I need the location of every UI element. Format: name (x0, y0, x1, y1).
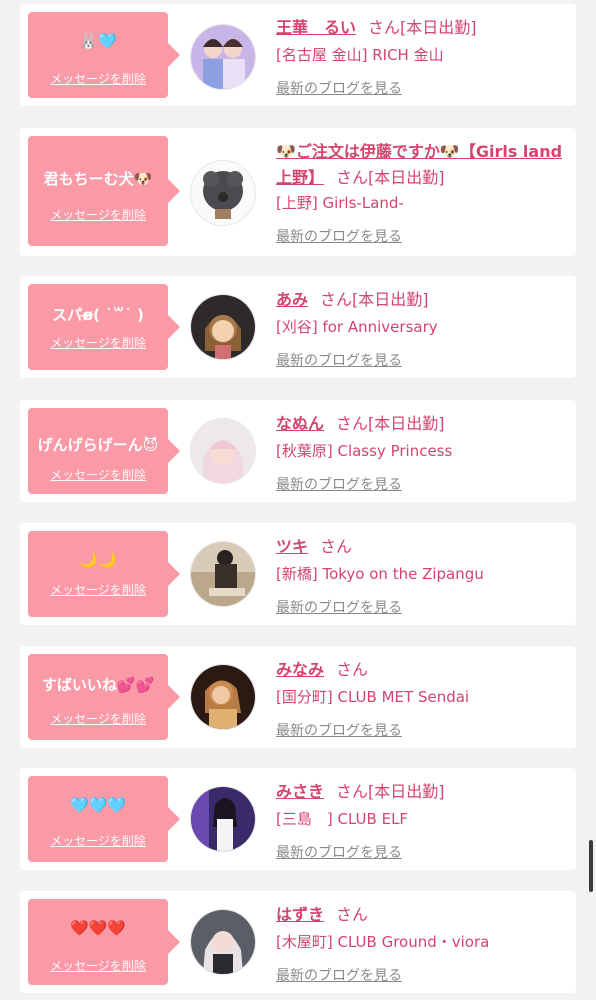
honorific: さん (336, 905, 369, 924)
message-card: 🩵🩵🩵 メッセージを削除 みさき さん[本日出勤] [三島 ] CLUB ELF … (20, 768, 576, 870)
sender-info: ツキ さん [新橋] Tokyo on the Zipangu 最新のブログを見る (276, 523, 570, 625)
message-card: 🌙🌙 メッセージを削除 ツキ さん [新橋] Tokyo on the Zipan… (20, 523, 576, 625)
attendance-status: [本日出勤] (352, 290, 429, 309)
attendance-status: [本日出勤] (368, 782, 445, 801)
sender-info: みなみ さん [国分町] CLUB MET Sendai 最新のブログを見る (276, 646, 570, 748)
sender-name-link[interactable]: 🐶ご注文は伊藤ですか🐶【Girls land (276, 142, 562, 161)
sender-info: なぬん さん[本日出勤] [秋葉原] Classy Princess 最新のブログ… (276, 400, 570, 502)
delete-message-link[interactable]: メッセージを削除 (28, 710, 168, 727)
nickname: 君もちーむ犬🐶 (43, 170, 153, 188)
honorific: さん (320, 537, 353, 556)
nickname: 🌙🌙 (79, 551, 117, 569)
delete-message-link[interactable]: メッセージを削除 (28, 70, 168, 87)
attendance-status: [本日出勤] (400, 18, 477, 37)
latest-blog-link[interactable]: 最新のブログを見る (276, 720, 402, 740)
avatar[interactable] (190, 24, 256, 90)
nickname: すばいいね💕💕 (41, 676, 155, 694)
avatar[interactable] (190, 664, 256, 730)
nickname: ❤️❤️❤️ (69, 919, 127, 937)
message-card: 🐰🩵 メッセージを削除 王華 るい さん[本日出勤] [名古屋 金山] RICH … (20, 4, 576, 106)
shop-name: [上野] Girls-Land- (276, 194, 404, 212)
message-list: 🐰🩵 メッセージを削除 王華 るい さん[本日出勤] [名古屋 金山] RICH … (0, 0, 596, 1000)
sender-name-link[interactable]: はずき (276, 905, 324, 924)
sender-name-link[interactable]: みさき (276, 782, 324, 801)
shop-name: [秋葉原] Classy Princess (276, 442, 453, 460)
sender-name-link[interactable]: ツキ (276, 537, 308, 556)
nickname: げんげらげーん😈 (37, 436, 159, 454)
delete-message-link[interactable]: メッセージを削除 (28, 581, 168, 598)
avatar[interactable] (190, 160, 256, 226)
delete-message-link[interactable]: メッセージを削除 (28, 957, 168, 974)
avatar[interactable] (190, 786, 256, 852)
shop-name: [名古屋 金山] RICH 金山 (276, 46, 444, 64)
shop-name: [刈谷] for Anniversary (276, 318, 438, 336)
nickname-bubble: 🌙🌙 メッセージを削除 (28, 531, 180, 617)
avatar[interactable] (190, 909, 256, 975)
nickname: スパɞ̴̶̷( ˙꒳˙ ) (52, 306, 144, 324)
honorific: さん (336, 782, 369, 801)
sender-info: みさき さん[本日出勤] [三島 ] CLUB ELF 最新のブログを見る (276, 768, 570, 870)
shop-name: [国分町] CLUB MET Sendai (276, 688, 470, 706)
nickname-bubble: ❤️❤️❤️ メッセージを削除 (28, 899, 180, 985)
shop-name: [新橋] Tokyo on the Zipangu (276, 565, 484, 583)
delete-message-link[interactable]: メッセージを削除 (28, 334, 168, 351)
latest-blog-link[interactable]: 最新のブログを見る (276, 474, 402, 494)
latest-blog-link[interactable]: 最新のブログを見る (276, 842, 402, 862)
sender-name-link[interactable]: なぬん (276, 414, 324, 433)
attendance-status: [本日出勤] (368, 414, 445, 433)
avatar[interactable] (190, 541, 256, 607)
honorific: さん (368, 18, 401, 37)
avatar[interactable] (190, 418, 256, 484)
message-card: スパɞ̴̶̷( ˙꒳˙ ) メッセージを削除 あみ さん[本日出勤] [刈谷] f… (20, 276, 576, 378)
message-card: げんげらげーん😈 メッセージを削除 なぬん さん[本日出勤] [秋葉原] Clas… (20, 400, 576, 502)
nickname-bubble: すばいいね💕💕 メッセージを削除 (28, 654, 180, 740)
nickname-bubble: スパɞ̴̶̷( ˙꒳˙ ) メッセージを削除 (28, 284, 180, 370)
message-card: ❤️❤️❤️ メッセージを削除 はずき さん [木屋町] CLUB Ground・… (20, 891, 576, 993)
sender-info: 王華 るい さん[本日出勤] [名古屋 金山] RICH 金山 最新のブログを見る (276, 4, 570, 106)
sender-name-link[interactable]: 王華 るい (276, 18, 356, 37)
honorific: さん (336, 660, 369, 679)
sender-name-link-cont[interactable]: 上野】 (276, 168, 324, 187)
latest-blog-link[interactable]: 最新のブログを見る (276, 78, 402, 98)
sender-info: 🐶ご注文は伊藤ですか🐶【Girls land 上野】 さん[本日出勤] [上野] … (276, 128, 570, 256)
latest-blog-link[interactable]: 最新のブログを見る (276, 597, 402, 617)
sender-info: はずき さん [木屋町] CLUB Ground・viora 最新のブログを見る (276, 891, 570, 993)
nickname-bubble: 🐰🩵 メッセージを削除 (28, 12, 180, 98)
delete-message-link[interactable]: メッセージを削除 (28, 466, 168, 483)
delete-message-link[interactable]: メッセージを削除 (28, 206, 168, 223)
sender-name-link[interactable]: みなみ (276, 660, 324, 679)
avatar[interactable] (190, 294, 256, 360)
shop-name: [木屋町] CLUB Ground・viora (276, 933, 490, 951)
latest-blog-link[interactable]: 最新のブログを見る (276, 226, 402, 246)
sender-name-link[interactable]: あみ (276, 290, 308, 309)
nickname-bubble: げんげらげーん😈 メッセージを削除 (28, 408, 180, 494)
honorific: さん (336, 168, 369, 187)
shop-name: [三島 ] CLUB ELF (276, 810, 409, 828)
latest-blog-link[interactable]: 最新のブログを見る (276, 965, 402, 985)
delete-message-link[interactable]: メッセージを削除 (28, 832, 168, 849)
nickname-bubble: 君もちーむ犬🐶 メッセージを削除 (28, 136, 180, 246)
nickname: 🩵🩵🩵 (69, 796, 127, 814)
scrollbar[interactable] (589, 840, 593, 892)
latest-blog-link[interactable]: 最新のブログを見る (276, 350, 402, 370)
attendance-status: [本日出勤] (368, 168, 445, 187)
message-card: 君もちーむ犬🐶 メッセージを削除 🐶ご注文は伊藤ですか🐶【Girls land … (20, 128, 576, 256)
honorific: さん (320, 290, 353, 309)
nickname-bubble: 🩵🩵🩵 メッセージを削除 (28, 776, 180, 862)
honorific: さん (336, 414, 369, 433)
nickname: 🐰🩵 (79, 32, 117, 50)
message-card: すばいいね💕💕 メッセージを削除 みなみ さん [国分町] CLUB MET Se… (20, 646, 576, 748)
sender-info: あみ さん[本日出勤] [刈谷] for Anniversary 最新のブログを見… (276, 276, 570, 378)
